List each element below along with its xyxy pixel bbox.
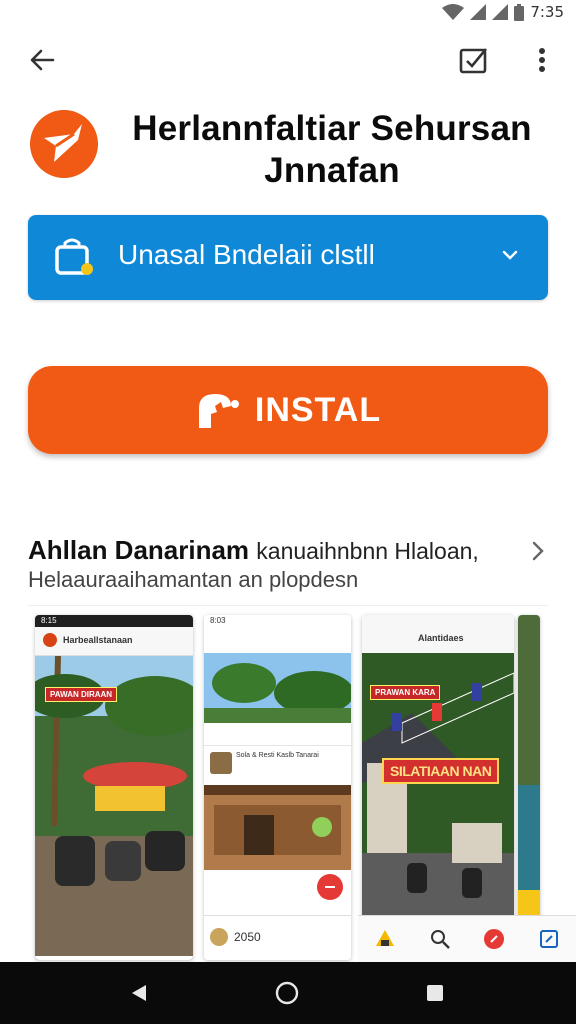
status-time: 7:35 [530,3,564,21]
about-description: Helaauraaihamantan an plopdesn [28,567,359,592]
palm-photo-image [204,653,351,723]
screenshot-count: 2050 [234,930,261,944]
nav-recents-button[interactable] [422,980,448,1006]
about-title[interactable]: Ahllan Danarinam kanuaihnbnn Hlaloan, [28,535,479,566]
nav-back-button[interactable] [126,980,152,1006]
app-bottom-nav [358,915,576,962]
app-title: Herlannfaltiar Sehursan Jnnafan [132,109,532,190]
square-recents-icon [427,985,443,1001]
circle-home-icon [275,981,299,1005]
app-logo-icon [43,633,57,647]
screenshot-2[interactable]: 8:03 Sola & Resti Kaslb Tanarai 2050 [204,615,351,960]
post-actions [204,870,351,915]
wifi-icon [442,4,465,20]
post-card: Sola & Resti Kaslb Tanarai [204,745,351,786]
screenshot-nav: 2050 [204,915,351,960]
screenshot-header: Alantidaes [362,615,514,654]
chevron-down-icon [498,243,522,267]
fab-icon[interactable] [317,874,343,900]
app-logo [30,110,98,178]
screenshot-header-title: Alantidaes [418,633,464,643]
triangle-back-icon [132,985,146,1001]
user-avatar-icon [210,928,228,946]
screenshot-status: 8:15 [35,615,193,627]
battery-icon [514,3,525,21]
divider [28,605,548,606]
about-title-bold: Ahllan Danarinam [28,535,250,565]
back-button[interactable] [24,42,60,78]
screenshot-1[interactable]: 8:15 Harbeallstanaan PAWAN DIRAAN [35,615,193,960]
screenshot-tag: PAWAN DIRAAN [45,687,118,702]
info-card-label: Unasal Bndelaii clstll [118,239,375,270]
house-photo-image [204,785,351,870]
checkbox-button[interactable] [456,42,492,78]
system-nav-bar [0,962,576,1024]
screenshot-header-title: Harbeallstanaan [63,635,133,645]
signal-icon [470,4,487,20]
install-button[interactable]: INSTAL [28,366,548,454]
signal-icon-2 [492,4,509,20]
screenshot-tag: PRAWAN KARA [370,685,441,700]
screenshot-header: Harbeallstanaan [35,627,193,656]
install-button-label: INSTAL [254,390,382,429]
screenshot-4[interactable] [518,615,540,960]
post-avatar [210,752,232,774]
search-icon[interactable] [429,928,451,950]
more-vert-icon [539,48,545,72]
screenshot-banner: SILATIAAN NAN [382,758,500,784]
about-title-rest: kanuaihnbnn Hlaloan, [256,538,479,564]
app-logo-icon [30,110,98,178]
check-box-icon [459,48,488,74]
chevron-right-icon[interactable] [528,538,550,564]
nav-home-button[interactable] [274,980,300,1006]
location-icon[interactable] [483,928,505,950]
peek-photo-image [518,615,540,960]
home-icon[interactable] [374,928,396,950]
screenshot-status: 8:03 [204,615,351,627]
install-logo-icon [198,394,239,428]
status-bar: 7:35 [0,0,576,26]
info-card[interactable]: Unasal Bndelaii clstll [28,215,548,300]
more-options-button[interactable] [526,42,558,78]
arrow-back-icon [30,49,55,71]
status-icons: 7:35 [442,3,564,21]
post-title: Sola & Resti Kaslb Tanarai [236,752,319,759]
edit-icon[interactable] [538,928,560,950]
shopping-bag-icon [54,237,94,277]
screenshot-3[interactable]: Alantidaes PRAWAN KARA SILATIAAN NAN [362,615,514,960]
